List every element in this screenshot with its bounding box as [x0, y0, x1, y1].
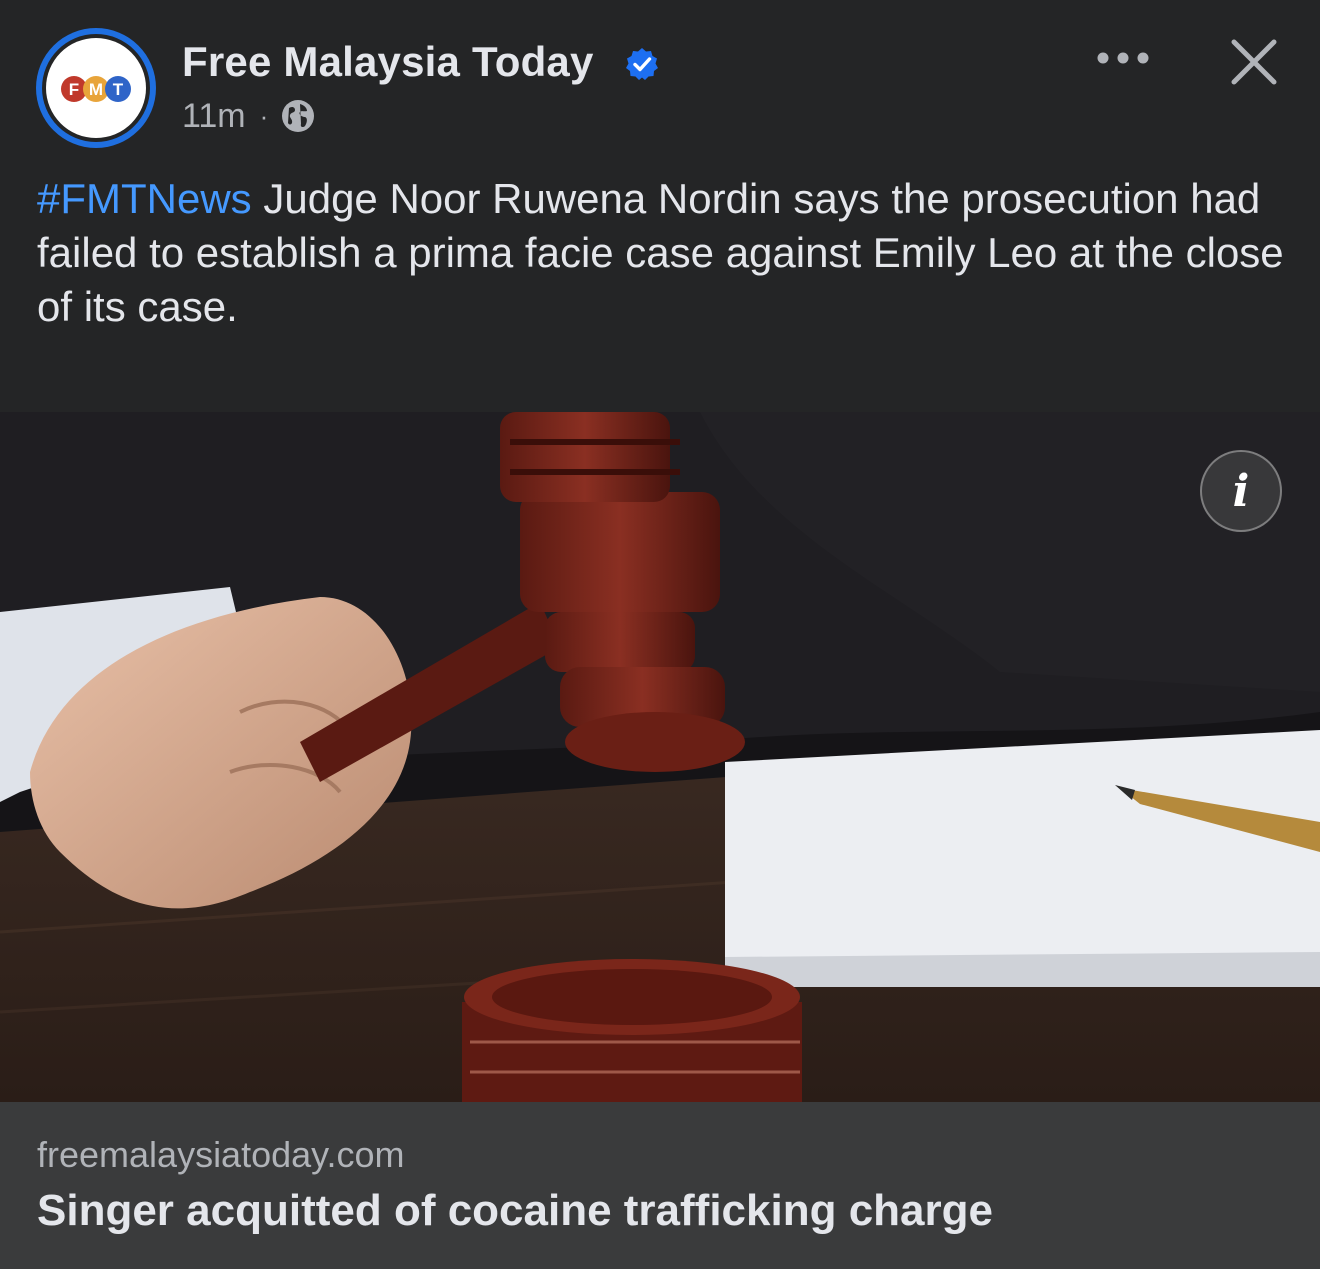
post-timestamp[interactable]: 11m [182, 97, 246, 136]
globe-icon [282, 100, 315, 132]
meta-separator: · [259, 100, 269, 131]
page-avatar[interactable]: F M T [36, 28, 156, 148]
close-icon [1231, 39, 1277, 85]
link-preview-image[interactable] [0, 412, 1320, 1102]
logo-letter-m: M [89, 80, 103, 99]
hashtag-link[interactable]: #FMTNews [37, 175, 252, 222]
page-name[interactable]: Free Malaysia Today [182, 38, 594, 86]
more-options-button[interactable] [1090, 36, 1156, 80]
post-meta: 11m · [182, 96, 316, 136]
fmt-logo: F M T [61, 76, 131, 102]
post-card: F M T Free Malaysia Today 11m · #FMTNews… [0, 0, 1320, 1269]
gavel-photo [0, 412, 1320, 1102]
post-text: #FMTNews Judge Noor Ruwena Nordin says t… [37, 172, 1297, 334]
link-domain: freemalaysiatoday.com [37, 1134, 405, 1175]
close-button[interactable] [1222, 30, 1286, 94]
link-headline[interactable]: Singer acquitted of cocaine trafficking … [37, 1186, 993, 1236]
logo-letter-f: F [69, 80, 79, 99]
image-info-button[interactable]: i [1200, 450, 1282, 532]
logo-letter-t: T [113, 80, 124, 99]
more-options-icon [1097, 52, 1149, 64]
verified-badge-icon [626, 48, 658, 80]
info-icon: i [1232, 465, 1250, 517]
link-preview-footer[interactable]: freemalaysiatoday.com Singer acquitted o… [0, 1102, 1320, 1269]
